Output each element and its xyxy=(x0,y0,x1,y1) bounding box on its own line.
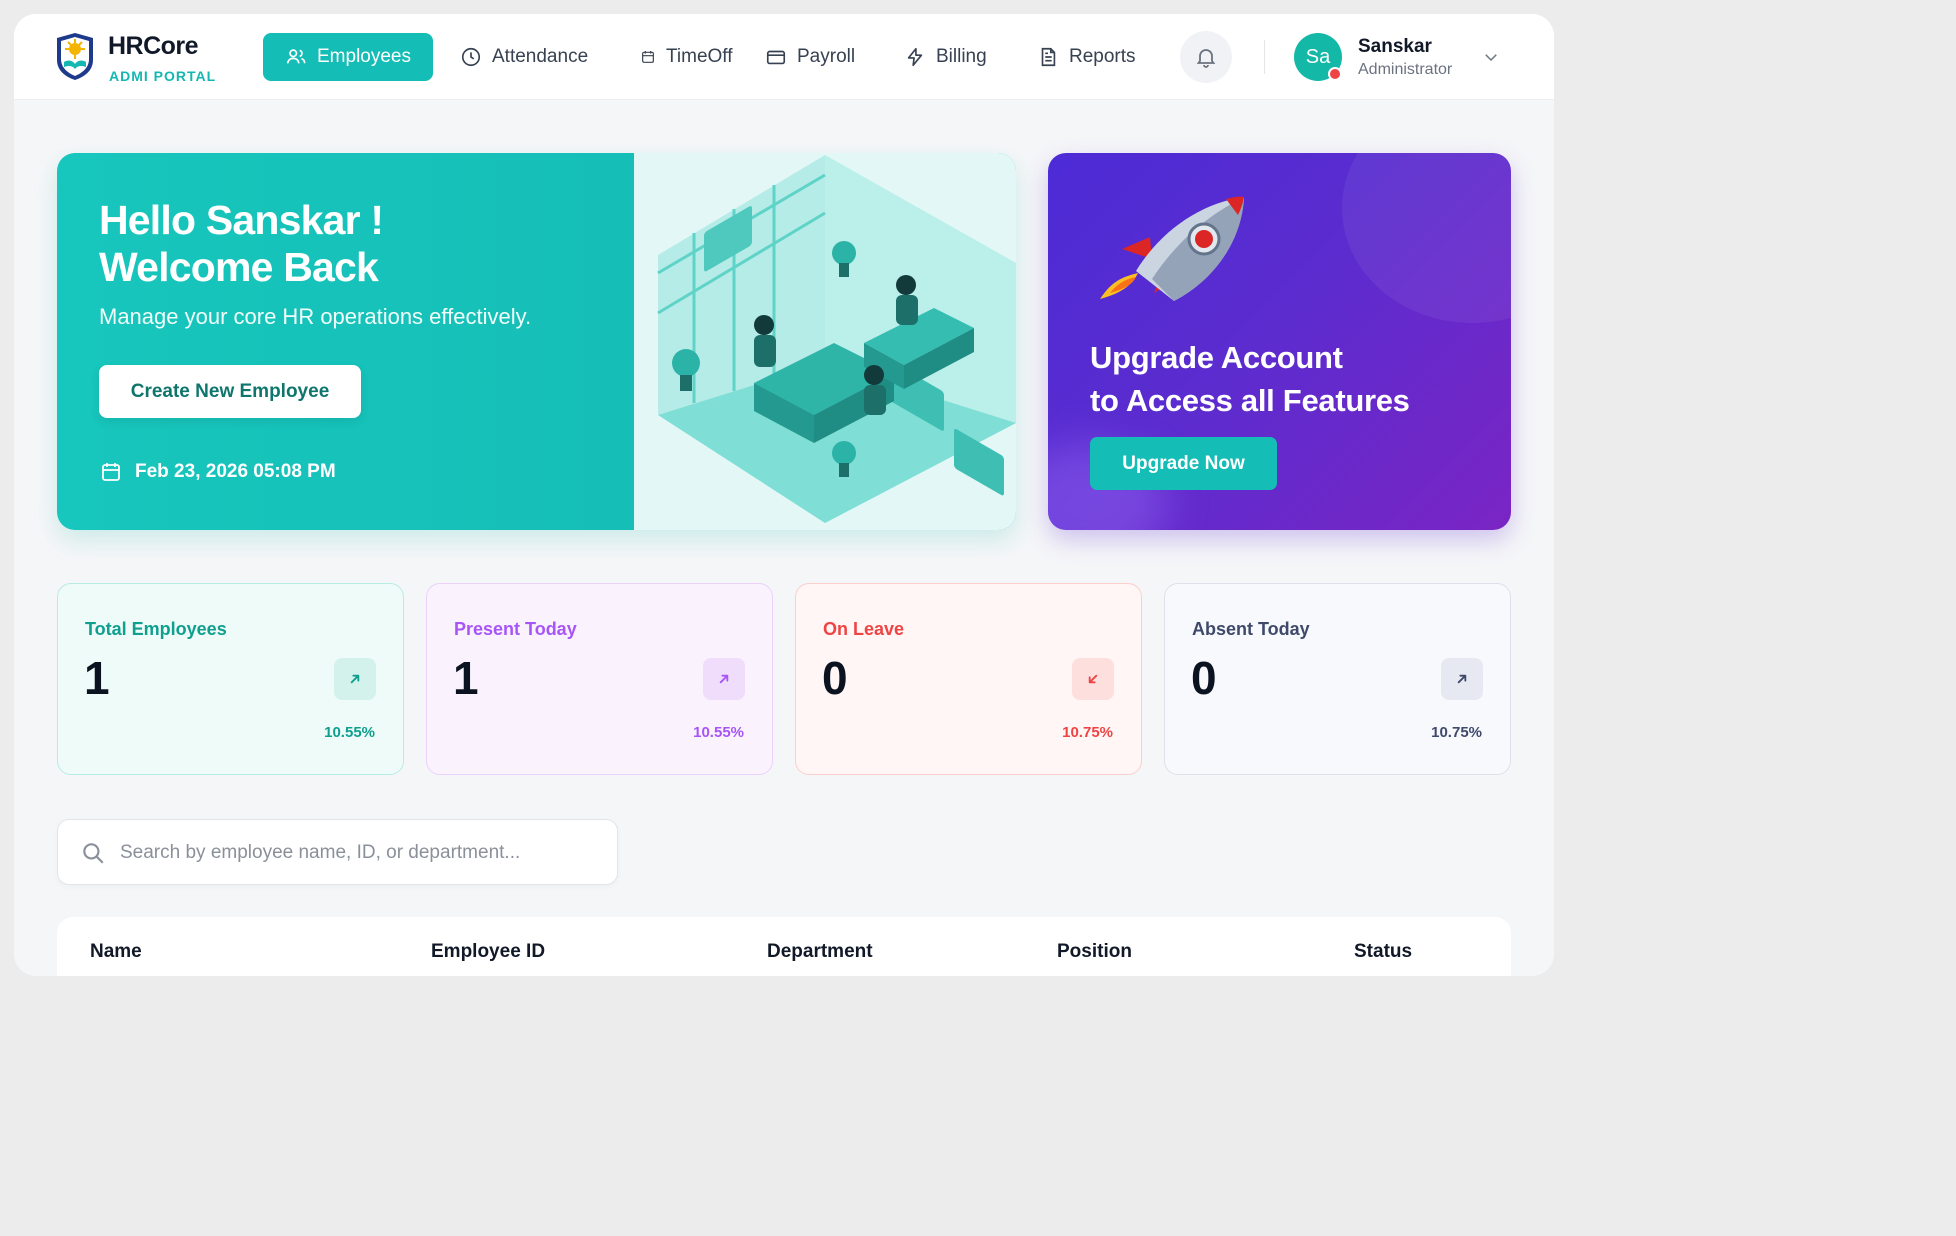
upgrade-now-button[interactable]: Upgrade Now xyxy=(1090,437,1277,490)
upgrade-card: Upgrade Account to Access all Features U… xyxy=(1048,153,1511,530)
nav-label: Attendance xyxy=(492,46,589,67)
upgrade-heading-line2: to Access all Features xyxy=(1090,383,1410,418)
bell-icon xyxy=(1196,49,1216,68)
stat-label: Total Employees xyxy=(85,619,227,639)
stat-percent: 10.55% xyxy=(324,724,375,741)
datetime-text: Feb 23, 2026 05:08 PM xyxy=(135,461,336,482)
nav-timeoff[interactable]: TimeOff xyxy=(628,33,745,81)
stat-card: Present Today 1 10.55% xyxy=(426,583,773,775)
column-header-status[interactable]: Status xyxy=(1354,941,1412,963)
arrow-up-right-icon xyxy=(1441,658,1483,700)
stat-value: 1 xyxy=(453,652,479,704)
app-window: HRCore ADMI PORTAL Employees Attendance … xyxy=(14,14,1554,976)
stat-value: 0 xyxy=(1191,652,1217,704)
nav-label: Employees xyxy=(317,46,411,67)
welcome-heading-line1: Hello Sanskar ! xyxy=(99,197,384,243)
top-navigation-bar: HRCore ADMI PORTAL Employees Attendance … xyxy=(14,14,1554,100)
employee-table: Name Employee ID Department Position Sta… xyxy=(57,917,1511,976)
bolt-icon xyxy=(907,47,923,67)
column-header-employee-id[interactable]: Employee ID xyxy=(431,941,545,963)
brand-name: HRCore xyxy=(108,32,199,60)
welcome-banner: Hello Sanskar ! Welcome Back Manage your… xyxy=(57,153,1016,530)
arrow-up-right-icon xyxy=(703,658,745,700)
calendar-icon xyxy=(102,463,120,481)
stat-card: Total Employees 1 10.55% xyxy=(57,583,404,775)
nav-attendance[interactable]: Attendance xyxy=(448,33,600,81)
decorative-circle xyxy=(1342,153,1511,323)
card-icon xyxy=(766,50,786,65)
users-icon xyxy=(286,49,306,64)
current-datetime: Feb 23, 2026 05:08 PM xyxy=(99,460,336,484)
nav-label: Reports xyxy=(1069,46,1136,67)
brand-subtitle: ADMI PORTAL xyxy=(109,68,217,84)
clock-icon xyxy=(461,47,481,67)
create-new-employee-button[interactable]: Create New Employee xyxy=(99,365,361,418)
nav-billing[interactable]: Billing xyxy=(892,33,999,81)
nav-label: Billing xyxy=(936,46,987,67)
nav-employees[interactable]: Employees xyxy=(263,33,433,81)
nav-reports[interactable]: Reports xyxy=(1025,33,1148,81)
welcome-heading-line2: Welcome Back xyxy=(99,244,379,290)
stat-percent: 10.55% xyxy=(693,724,744,741)
nav-label: TimeOff xyxy=(666,46,733,67)
arrow-up-right-icon xyxy=(334,658,376,700)
column-header-position[interactable]: Position xyxy=(1057,941,1132,963)
column-header-department[interactable]: Department xyxy=(767,941,873,963)
stat-label: Absent Today xyxy=(1192,619,1310,639)
status-dot xyxy=(1328,67,1342,81)
calendar-icon xyxy=(642,51,654,63)
nav-payroll[interactable]: Payroll xyxy=(753,33,867,81)
stat-percent: 10.75% xyxy=(1062,724,1113,741)
stat-percent: 10.75% xyxy=(1431,724,1482,741)
document-icon xyxy=(1041,47,1056,67)
search-input[interactable] xyxy=(120,834,600,872)
stat-value: 1 xyxy=(84,652,110,704)
user-role: Administrator xyxy=(1358,61,1453,78)
stat-card: On Leave 0 10.75% xyxy=(795,583,1142,775)
search-icon xyxy=(83,843,104,864)
upgrade-heading-line1: Upgrade Account xyxy=(1090,340,1343,375)
upgrade-heading: Upgrade Account to Access all Features xyxy=(1090,336,1410,422)
office-illustration xyxy=(634,153,1016,530)
stat-label: On Leave xyxy=(823,619,905,639)
hrcore-logo-icon xyxy=(57,33,93,80)
welcome-heading: Hello Sanskar ! Welcome Back xyxy=(99,197,384,291)
search-bar xyxy=(57,819,618,885)
user-name: Sanskar xyxy=(1358,36,1432,57)
column-header-name[interactable]: Name xyxy=(90,941,142,963)
chevron-down-icon[interactable] xyxy=(1482,48,1500,66)
rocket-icon xyxy=(1100,196,1244,301)
stat-card: Absent Today 0 10.75% xyxy=(1164,583,1511,775)
header-divider xyxy=(1264,40,1265,74)
arrow-down-left-icon xyxy=(1072,658,1114,700)
stat-value: 0 xyxy=(822,652,848,704)
nav-label: Payroll xyxy=(797,46,856,67)
notifications-button[interactable] xyxy=(1180,31,1232,83)
welcome-subtitle: Manage your core HR operations effective… xyxy=(99,304,532,329)
stat-label: Present Today xyxy=(454,619,577,639)
